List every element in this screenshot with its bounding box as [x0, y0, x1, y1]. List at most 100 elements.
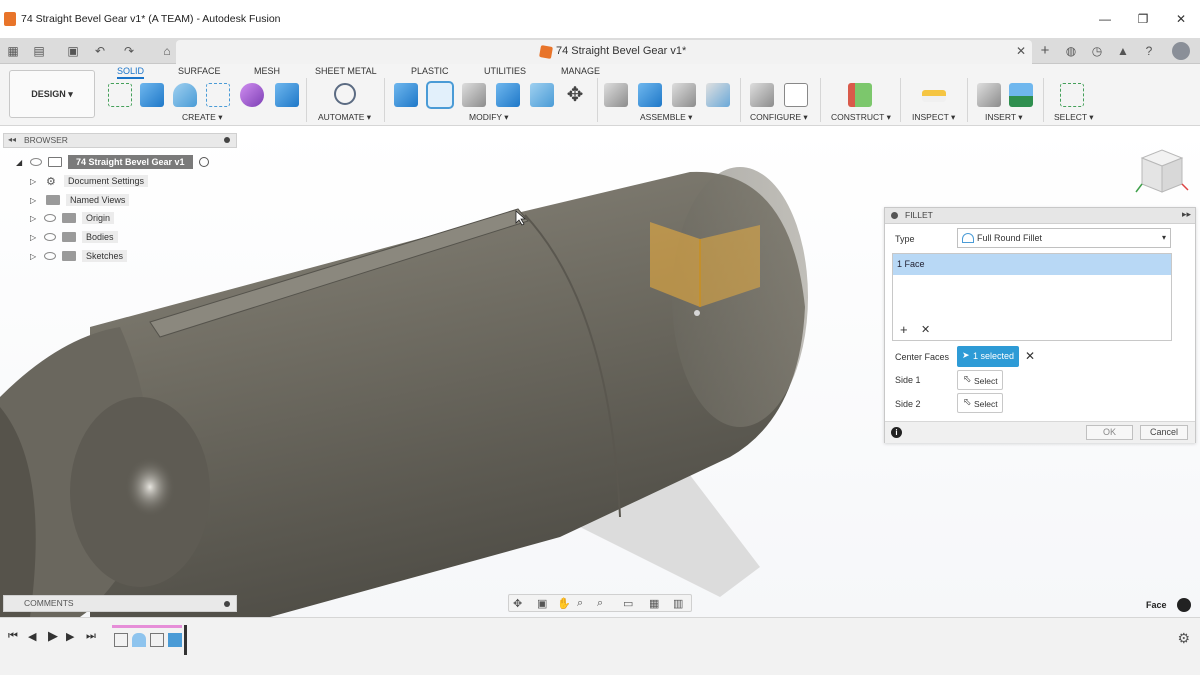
- extrude-icon[interactable]: [140, 83, 164, 107]
- visibility-eye-icon[interactable]: [44, 214, 56, 222]
- document-tab-close-button[interactable]: ✕: [1016, 44, 1026, 58]
- expand-arrow-icon[interactable]: ▷: [30, 177, 40, 186]
- notifications-icon[interactable]: ▲: [1116, 44, 1130, 58]
- browser-item-named-views[interactable]: ▷ Named Views: [30, 192, 130, 208]
- revolve-icon[interactable]: [173, 83, 197, 107]
- browser-item-document-settings[interactable]: ▷ ⚙ Document Settings: [30, 173, 149, 189]
- tab-solid[interactable]: SOLID: [117, 66, 145, 79]
- chamfer-icon[interactable]: [462, 83, 486, 107]
- user-avatar-icon[interactable]: [1172, 42, 1190, 60]
- expand-arrow-icon[interactable]: ▷: [30, 252, 40, 261]
- inspect-menu[interactable]: INSPECT ▾: [912, 112, 955, 123]
- home-icon[interactable]: ⌂: [160, 44, 174, 58]
- view-cube[interactable]: [1134, 144, 1190, 200]
- comments-pin-icon[interactable]: [224, 601, 230, 607]
- cancel-button[interactable]: Cancel: [1140, 425, 1188, 440]
- construct-menu[interactable]: CONSTRUCT ▾: [831, 112, 891, 123]
- job-status-icon[interactable]: ◷: [1090, 44, 1104, 58]
- configuration-table-icon[interactable]: [784, 83, 808, 107]
- new-tab-icon[interactable]: +: [1038, 43, 1052, 58]
- modify-menu[interactable]: MODIFY ▾: [469, 112, 509, 123]
- joint-origin-icon[interactable]: [706, 83, 730, 107]
- timeline-extrude-icon[interactable]: [168, 633, 182, 647]
- go-to-end-icon[interactable]: ⏭: [86, 630, 96, 643]
- step-back-icon[interactable]: ◀: [28, 630, 36, 643]
- box-icon[interactable]: [275, 83, 299, 107]
- joint-icon[interactable]: [638, 83, 662, 107]
- press-pull-icon[interactable]: [394, 83, 418, 107]
- close-window-button[interactable]: ✕: [1162, 0, 1200, 38]
- fillet-icon[interactable]: [426, 81, 454, 109]
- timeline-sketch-icon[interactable]: [150, 633, 164, 647]
- insert-menu[interactable]: INSERT ▾: [985, 112, 1023, 123]
- select-window-icon[interactable]: [1060, 83, 1084, 107]
- file-menu-icon[interactable]: ▤: [32, 44, 46, 58]
- create-sketch-icon[interactable]: [108, 83, 132, 107]
- tab-surface[interactable]: SURFACE: [178, 66, 221, 76]
- browser-item-bodies[interactable]: ▷ Bodies: [30, 229, 118, 245]
- tab-sheet-metal[interactable]: SHEET METAL: [315, 66, 377, 76]
- viewports-icon[interactable]: ▥: [673, 597, 683, 610]
- selection-filter-icon[interactable]: [1177, 598, 1191, 612]
- timeline-revolve-icon[interactable]: [132, 633, 146, 647]
- new-component-icon[interactable]: [604, 83, 628, 107]
- redo-icon[interactable]: ↷: [122, 44, 136, 58]
- select-menu[interactable]: SELECT ▾: [1054, 112, 1094, 123]
- clear-selection-icon[interactable]: ✕: [1025, 349, 1035, 363]
- visibility-eye-icon[interactable]: [44, 233, 56, 241]
- remove-selection-icon[interactable]: ✕: [921, 323, 930, 336]
- expand-dialog-icon[interactable]: ▸▸: [1182, 209, 1191, 220]
- info-icon[interactable]: i: [891, 427, 902, 438]
- grid-settings-icon[interactable]: ▦: [649, 597, 659, 610]
- configure-icon[interactable]: [750, 83, 774, 107]
- ok-button[interactable]: OK: [1086, 425, 1133, 440]
- combine-icon[interactable]: [530, 83, 554, 107]
- tab-plastic[interactable]: PLASTIC: [411, 66, 449, 76]
- browser-panel-header[interactable]: ◂◂ BROWSER: [3, 133, 237, 148]
- fillet-type-select[interactable]: Full Round Fillet ▾: [957, 228, 1171, 248]
- timeline-marker[interactable]: [184, 625, 187, 655]
- collapse-browser-icon[interactable]: ◂◂: [8, 135, 16, 144]
- workspace-switcher-button[interactable]: DESIGN ▾: [9, 70, 95, 118]
- step-forward-icon[interactable]: ▶: [66, 630, 74, 643]
- timeline-strip[interactable]: [112, 623, 188, 655]
- activate-radio-icon[interactable]: [198, 157, 209, 167]
- shell-icon[interactable]: [496, 83, 520, 107]
- expand-arrow-icon[interactable]: ▷: [30, 196, 40, 205]
- comments-panel-header[interactable]: COMMENTS: [3, 595, 237, 612]
- maximize-button[interactable]: ❐: [1124, 0, 1162, 38]
- tab-manage[interactable]: MANAGE: [561, 66, 600, 76]
- face-selection-list[interactable]: 1 Face + ✕: [892, 253, 1172, 341]
- configure-menu[interactable]: CONFIGURE ▾: [750, 112, 808, 123]
- browser-item-origin[interactable]: ▷ Origin: [30, 210, 115, 226]
- pan-icon[interactable]: ✋: [557, 597, 571, 610]
- undo-icon[interactable]: ↶: [93, 44, 107, 58]
- expand-arrow-icon[interactable]: ▷: [30, 214, 40, 223]
- apps-grid-icon[interactable]: ▦: [6, 44, 20, 58]
- orbit-icon[interactable]: ✥: [513, 597, 522, 610]
- timeline-settings-gear-icon[interactable]: ⚙: [1177, 630, 1190, 647]
- measure-icon[interactable]: [922, 90, 946, 102]
- collapse-arrow-icon[interactable]: ◢: [16, 158, 26, 167]
- as-built-joint-icon[interactable]: [672, 83, 696, 107]
- tab-utilities[interactable]: UTILITIES: [484, 66, 526, 76]
- minimize-button[interactable]: —: [1086, 0, 1124, 38]
- browser-pin-icon[interactable]: [224, 137, 230, 143]
- automate-menu[interactable]: AUTOMATE ▾: [318, 112, 371, 123]
- insert-derive-icon[interactable]: [977, 83, 1001, 107]
- create-menu[interactable]: CREATE ▾: [182, 112, 222, 123]
- browser-item-sketches[interactable]: ▷ Sketches: [30, 248, 128, 264]
- form-icon[interactable]: [240, 83, 264, 107]
- save-icon[interactable]: ▣: [66, 44, 80, 58]
- go-to-start-icon[interactable]: ⏮: [8, 630, 18, 643]
- expand-arrow-icon[interactable]: ▷: [30, 233, 40, 242]
- automate-icon[interactable]: [334, 83, 356, 105]
- canvas-image-icon[interactable]: [1009, 83, 1033, 107]
- side2-select-button[interactable]: ⬁ Select: [957, 393, 1003, 413]
- assemble-menu[interactable]: ASSEMBLE ▾: [640, 112, 692, 123]
- play-icon[interactable]: ▶: [48, 628, 58, 644]
- visibility-eye-icon[interactable]: [30, 158, 42, 166]
- tab-mesh[interactable]: MESH: [254, 66, 280, 76]
- fillet-dialog-header[interactable]: FILLET ▸▸: [885, 208, 1195, 224]
- display-settings-icon[interactable]: ▭: [623, 597, 633, 610]
